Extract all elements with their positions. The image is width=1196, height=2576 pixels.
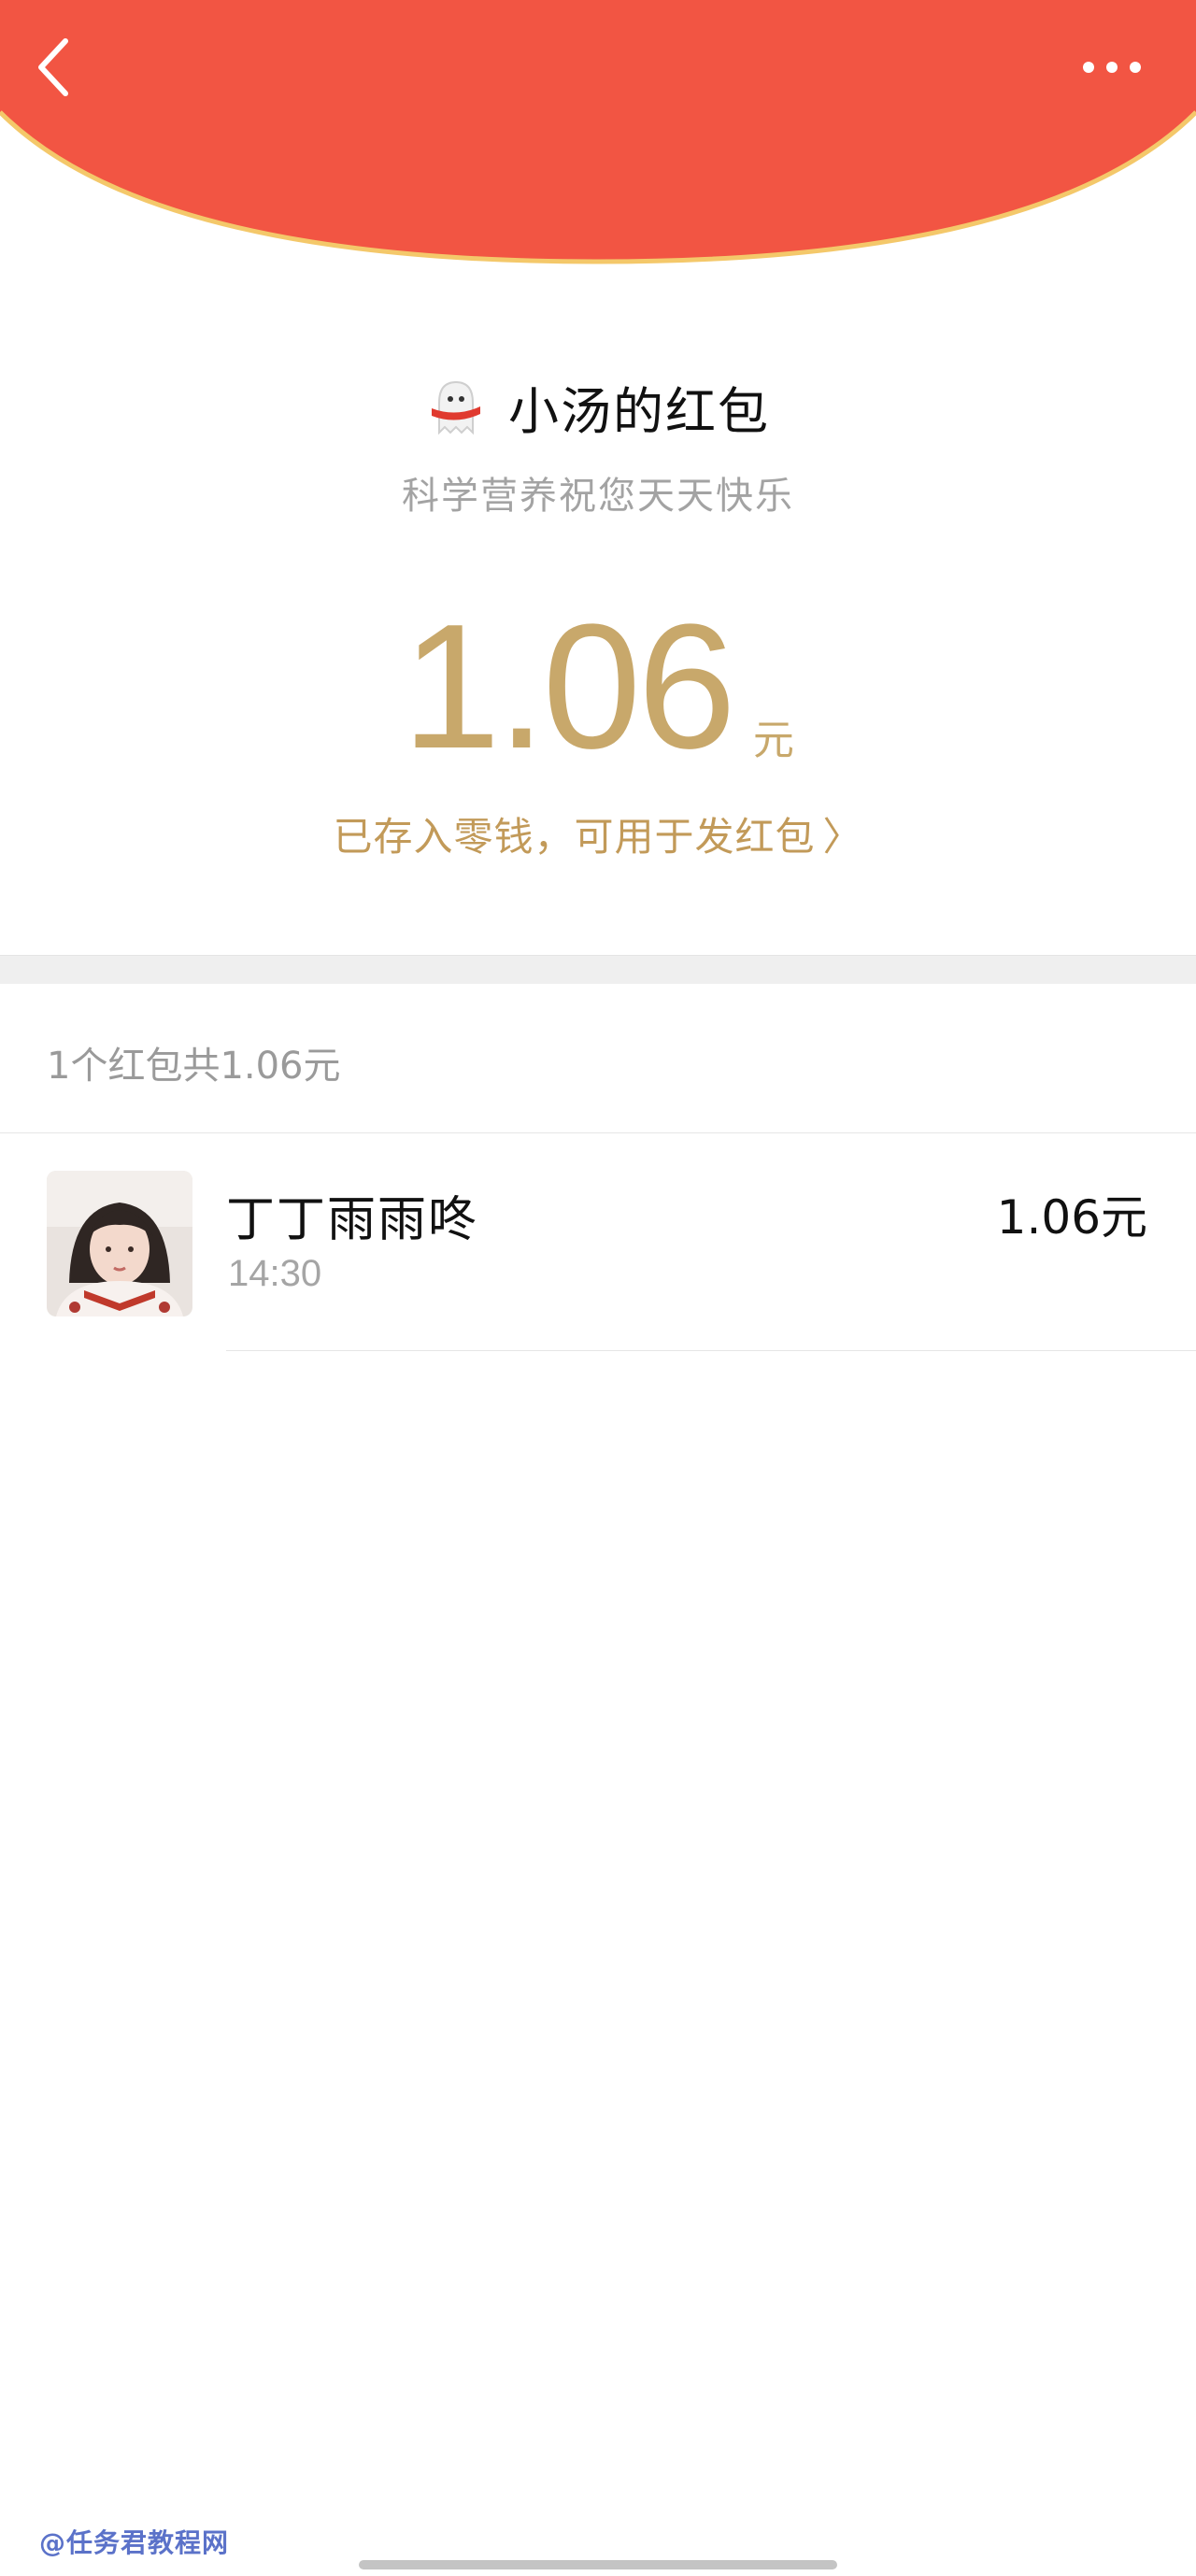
packet-title: 小汤的红包	[508, 381, 770, 441]
user-avatar-photo	[47, 1171, 192, 1316]
packet-title-row: 小汤的红包	[0, 364, 1196, 448]
greeting-text: 科学营养祝您天天快乐	[402, 475, 794, 518]
chevron-left-icon	[38, 38, 68, 96]
saved-to-change-link[interactable]: 已存入零钱，可用于发红包〉	[0, 805, 1196, 862]
list-divider-inset	[226, 1350, 1196, 1351]
packet-summary: 1个红包共1.06元	[47, 1045, 341, 1088]
back-button[interactable]	[28, 30, 84, 105]
amount-value: 1.06	[402, 588, 736, 786]
avatar[interactable]	[47, 1171, 192, 1316]
list-item[interactable]: 丁丁雨雨咚 14:30 1.06元	[0, 1133, 1196, 1350]
envelope-flap	[0, 0, 1196, 262]
watermark-text: @任务君教程网	[39, 2527, 230, 2558]
ghost-mascot-icon	[432, 380, 480, 435]
amount-unit: 元	[752, 717, 794, 764]
record-name: 丁丁雨雨咚	[226, 1192, 479, 1248]
more-dots-icon	[1083, 62, 1141, 73]
section-divider	[0, 955, 1196, 984]
more-button[interactable]	[1070, 39, 1154, 95]
home-indicator[interactable]	[359, 2560, 837, 2569]
record-time: 14:30	[228, 1253, 322, 1294]
amount-row: 1.06 元	[0, 598, 1196, 776]
chevron-right-icon: 〉	[822, 814, 863, 860]
red-envelope-header	[0, 0, 1196, 264]
record-amount: 1.06元	[996, 1190, 1147, 1245]
saved-link-label: 已存入零钱，可用于发红包	[333, 814, 816, 860]
